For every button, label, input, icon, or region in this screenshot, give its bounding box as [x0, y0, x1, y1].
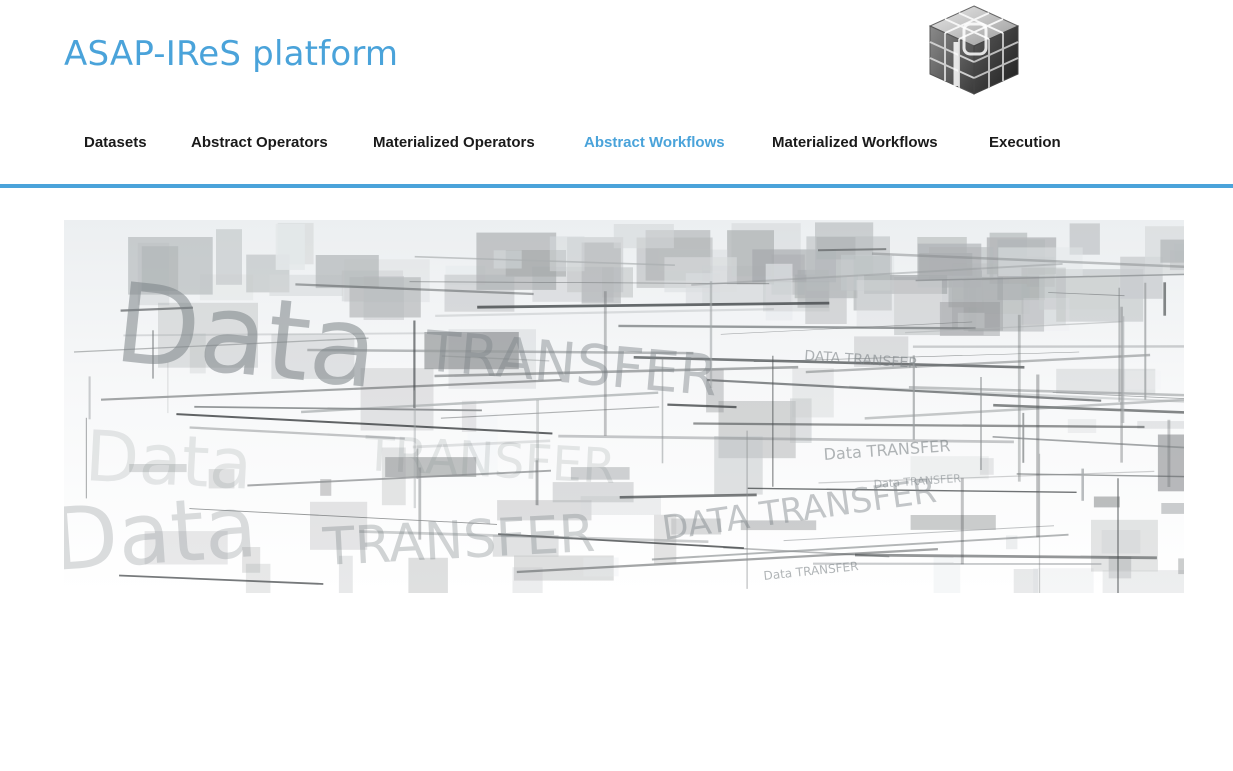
banner-block: [1125, 370, 1161, 390]
banner-block: [275, 223, 305, 270]
banner-block: [1033, 568, 1094, 593]
nav-item-materialized-operators[interactable]: Materialized Operators: [373, 134, 535, 151]
banner-block: [1178, 558, 1184, 575]
banner-block: [948, 270, 982, 308]
banner-word: Data: [64, 477, 260, 591]
banner-block: [1157, 434, 1184, 492]
banner-block: [790, 398, 812, 443]
banner-block: [856, 280, 942, 327]
banner-block: [933, 556, 961, 593]
banner-block: [1102, 570, 1184, 593]
site-title-link[interactable]: ASAP-IReS platform: [64, 34, 398, 74]
banner-block: [613, 224, 674, 249]
nav-item-materialized-workflows[interactable]: Materialized Workflows: [772, 134, 938, 151]
banner-block: [910, 515, 996, 530]
nav-item-datasets[interactable]: Datasets: [84, 134, 147, 151]
nav-item-abstract-operators[interactable]: Abstract Operators: [191, 134, 328, 151]
banner-block: [549, 236, 585, 272]
cube-logo-icon[interactable]: [926, 2, 1022, 98]
data-transfer-banner-graphic: Data TRANSFER DATA TRANSFER Data TRANSFE…: [64, 220, 1184, 593]
nav-underline: [0, 184, 1233, 188]
banner-block: [1013, 569, 1038, 593]
banner-line: [817, 248, 887, 252]
nav-item-execution[interactable]: Execution: [989, 134, 1061, 151]
banner-block: [714, 436, 763, 495]
site-header: ASAP-IReS platform: [0, 0, 1233, 112]
main-navigation: Datasets Abstract Operators Materialized…: [0, 112, 1233, 184]
banner-block: [685, 273, 720, 305]
banner-block: [1093, 496, 1120, 508]
hero-banner-image: Data TRANSFER DATA TRANSFER Data TRANSFE…: [64, 220, 1184, 593]
banner-word: Data: [109, 259, 384, 414]
banner-block: [763, 281, 830, 312]
nav-item-abstract-workflows[interactable]: Abstract Workflows: [584, 134, 725, 151]
banner-block: [1161, 503, 1184, 514]
